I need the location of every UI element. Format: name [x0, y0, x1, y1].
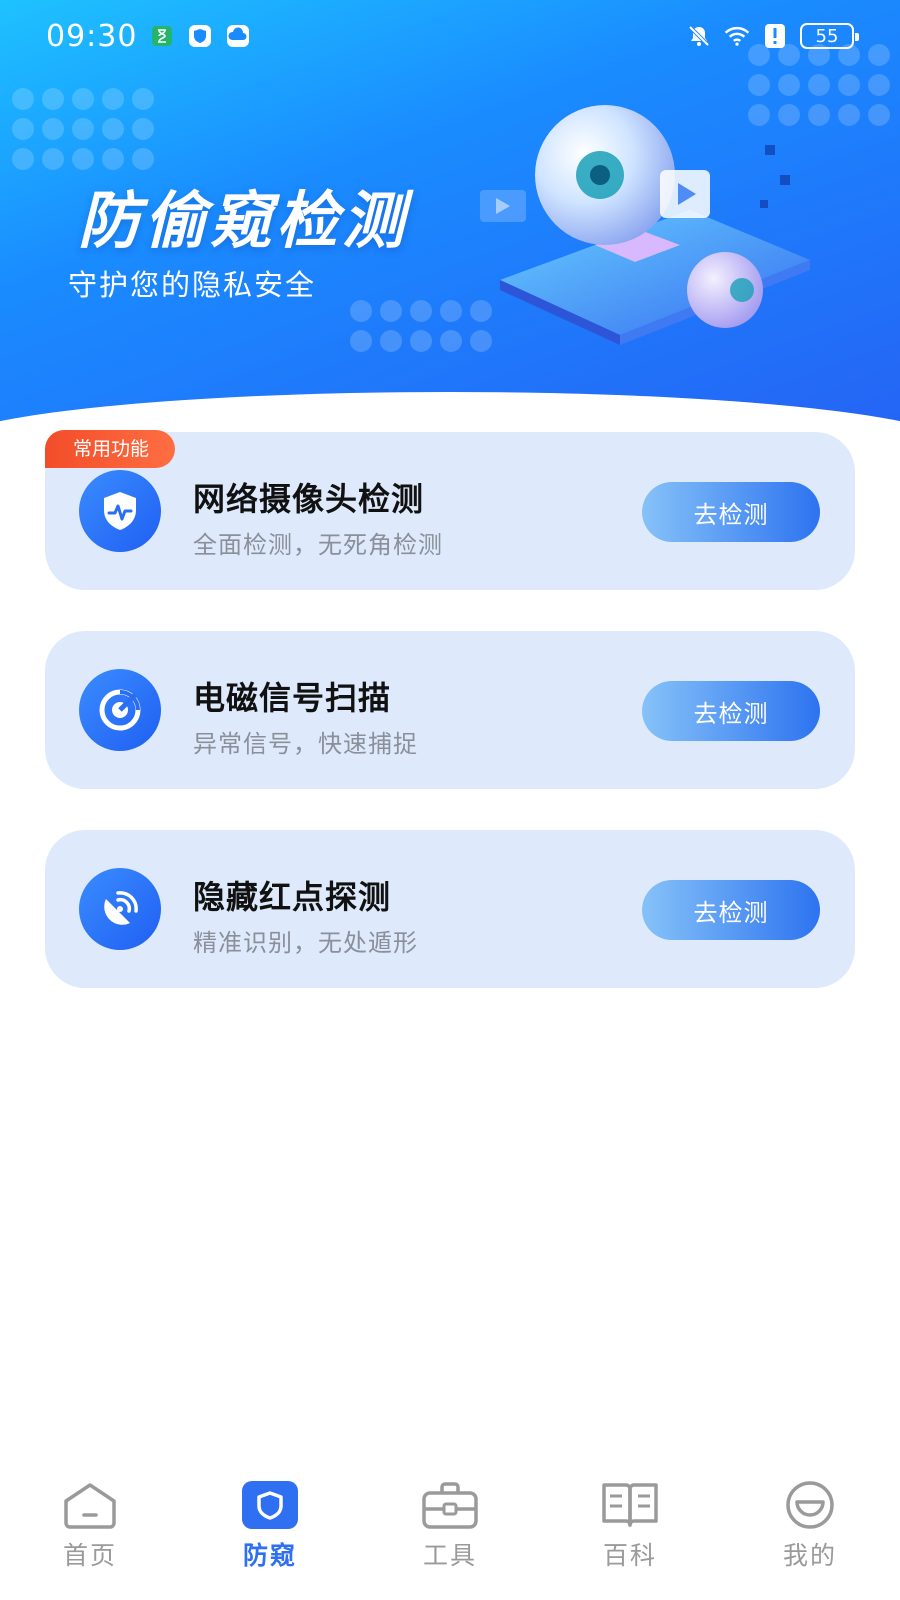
radar-icon	[79, 669, 161, 751]
feature-card-em-signal: 电磁信号扫描 异常信号，快速捕捉 去检测	[45, 631, 855, 789]
home-icon	[59, 1478, 121, 1532]
common-feature-tag: 常用功能	[45, 430, 176, 468]
nav-label: 防窥	[242, 1541, 297, 1570]
decor-dots	[350, 300, 492, 352]
status-time: 09:30	[46, 18, 138, 54]
nav-item-home[interactable]: 首页	[30, 1478, 150, 1600]
nav-item-mine[interactable]: 我的	[750, 1478, 870, 1600]
shield-app-icon	[187, 23, 213, 49]
wifi-icon	[724, 23, 750, 49]
nav-label: 百科	[602, 1541, 657, 1570]
hero-title: 防偷窥检测	[78, 184, 409, 257]
card-title: 电磁信号扫描	[193, 679, 392, 717]
nav-item-tools[interactable]: 工具	[390, 1478, 510, 1600]
bottom-nav: 首页 防窥 工具 百科 我的	[0, 1478, 900, 1600]
hero-subtitle: 守护您的隐私安全	[68, 268, 317, 302]
camera-illustration	[480, 105, 810, 345]
detect-button-webcam[interactable]: 去检测	[642, 482, 820, 542]
nav-item-encyclopedia[interactable]: 百科	[570, 1478, 690, 1600]
satellite-dish-icon	[79, 868, 161, 950]
book-icon	[599, 1478, 661, 1532]
alert-icon	[762, 23, 788, 49]
card-desc: 全面检测，无死角检测	[193, 531, 443, 559]
feature-card-red-dot: 隐藏红点探测 精准识别，无处遁形 去检测	[45, 830, 855, 988]
bell-off-icon	[686, 23, 712, 49]
nav-label: 我的	[782, 1541, 837, 1570]
feature-card-webcam: 常用功能 网络摄像头检测 全面检测，无死角检测 去检测	[45, 430, 855, 590]
card-desc: 异常信号，快速捕捉	[193, 730, 418, 758]
detect-button-red-dot[interactable]: 去检测	[642, 880, 820, 940]
status-bar: 09:30 55	[0, 0, 900, 72]
decor-dots	[12, 88, 154, 170]
detect-button-em-signal[interactable]: 去检测	[642, 681, 820, 741]
cloud-app-icon	[225, 23, 251, 49]
card-title: 网络摄像头检测	[193, 480, 425, 518]
nav-item-privacy[interactable]: 防窥	[210, 1478, 330, 1600]
battery-icon: 55	[800, 23, 859, 49]
nav-label: 工具	[422, 1541, 477, 1570]
nav-label: 首页	[62, 1541, 117, 1570]
shield-icon	[239, 1478, 301, 1532]
hourglass-icon	[149, 23, 175, 49]
smile-face-icon	[779, 1478, 841, 1532]
card-title: 隐藏红点探测	[193, 878, 392, 916]
card-desc: 精准识别，无处遁形	[193, 929, 418, 957]
shield-pulse-icon	[79, 470, 161, 552]
toolbox-icon	[419, 1478, 481, 1532]
